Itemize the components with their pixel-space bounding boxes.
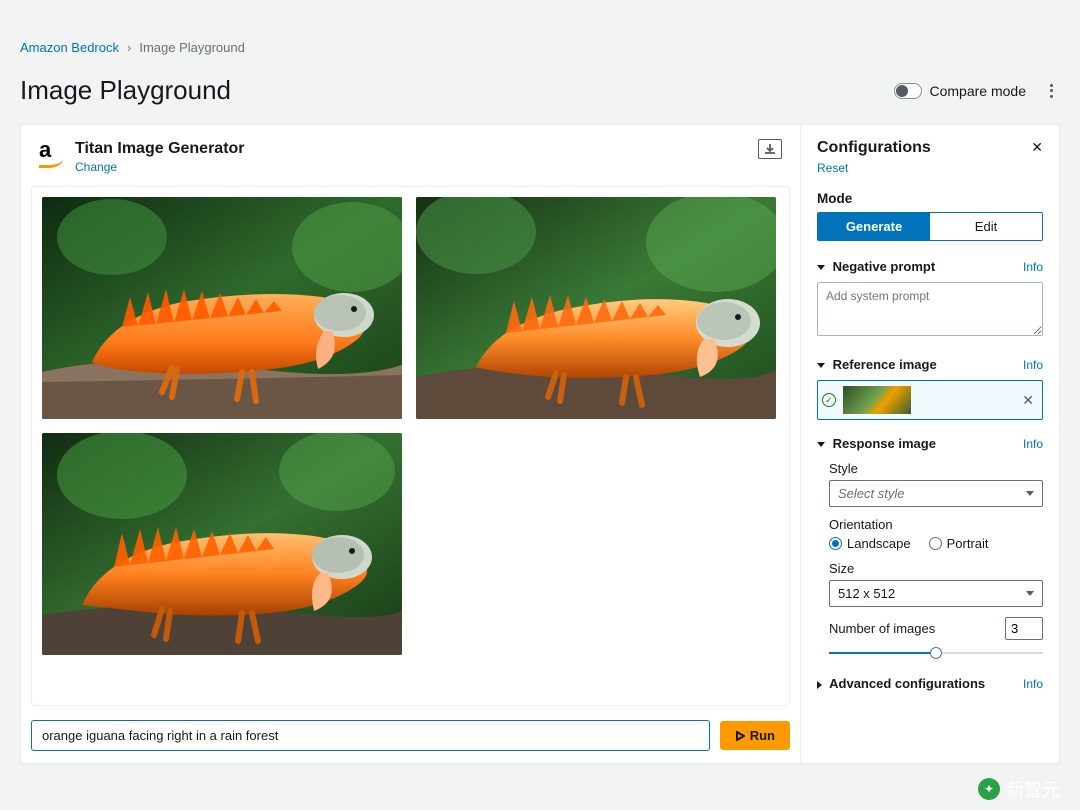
image-output-panel xyxy=(31,186,790,706)
orientation-landscape-radio[interactable]: Landscape xyxy=(829,536,911,551)
watermark: ✦ 新智元 xyxy=(978,776,1060,802)
chevron-down-icon xyxy=(1026,591,1034,596)
model-name: Titan Image Generator xyxy=(75,139,245,158)
info-link[interactable]: Info xyxy=(1023,437,1043,451)
generated-image[interactable] xyxy=(42,197,402,419)
chevron-right-icon: › xyxy=(127,40,131,55)
breadcrumb-root[interactable]: Amazon Bedrock xyxy=(20,40,119,55)
mode-edit-button[interactable]: Edit xyxy=(930,213,1042,240)
run-button[interactable]: Run xyxy=(720,721,790,750)
compare-mode-toggle[interactable]: Compare mode xyxy=(894,83,1027,99)
reference-thumbnail[interactable] xyxy=(842,385,912,415)
chevron-down-icon xyxy=(817,363,825,368)
generated-image[interactable] xyxy=(416,197,776,419)
prompt-input[interactable] xyxy=(31,720,710,751)
reset-link[interactable]: Reset xyxy=(817,161,848,175)
negative-prompt-header[interactable]: Negative prompt Info xyxy=(817,259,1043,274)
mode-segmented: Generate Edit xyxy=(817,212,1043,241)
num-images-label: Number of images xyxy=(829,621,935,636)
compare-mode-label: Compare mode xyxy=(930,83,1027,99)
check-circle-icon: ✓ xyxy=(822,393,836,407)
info-link[interactable]: Info xyxy=(1023,358,1043,372)
breadcrumb: Amazon Bedrock › Image Playground xyxy=(20,40,1060,55)
download-button[interactable] xyxy=(758,139,782,159)
size-select[interactable]: 512 x 512 xyxy=(829,580,1043,607)
chevron-right-icon xyxy=(817,681,822,689)
change-model-link[interactable]: Change xyxy=(75,160,117,174)
playground-main: a Titan Image Generator Change xyxy=(21,125,801,763)
style-select[interactable]: Select style xyxy=(829,480,1043,507)
info-link[interactable]: Info xyxy=(1023,260,1043,274)
generated-image[interactable] xyxy=(42,433,402,655)
toggle-icon xyxy=(894,83,922,99)
num-images-input[interactable] xyxy=(1005,617,1043,640)
reference-image-box: ✓ ✕ xyxy=(817,380,1043,420)
negative-prompt-input[interactable] xyxy=(817,282,1043,336)
chevron-down-icon xyxy=(817,265,825,270)
response-image-header[interactable]: Response image Info xyxy=(817,436,1043,451)
breadcrumb-current: Image Playground xyxy=(139,40,245,55)
more-actions-button[interactable] xyxy=(1042,82,1060,100)
config-title: Configurations xyxy=(817,139,931,157)
playground-card: a Titan Image Generator Change xyxy=(20,124,1060,764)
mode-label: Mode xyxy=(817,191,1043,206)
page-title: Image Playground xyxy=(20,75,231,106)
play-icon xyxy=(735,731,745,741)
size-label: Size xyxy=(829,561,1043,576)
remove-reference-button[interactable]: ✕ xyxy=(1022,392,1034,409)
style-label: Style xyxy=(829,461,1043,476)
close-icon[interactable]: ✕ xyxy=(1031,139,1043,156)
configurations-panel: Configurations ✕ Reset Mode Generate Edi… xyxy=(801,125,1059,763)
amazon-logo-icon: a xyxy=(39,139,63,168)
orientation-label: Orientation xyxy=(829,517,1043,532)
advanced-config-header[interactable]: Advanced configurations Info xyxy=(817,676,1043,691)
orientation-portrait-radio[interactable]: Portrait xyxy=(929,536,989,551)
wechat-icon: ✦ xyxy=(978,778,1000,800)
run-label: Run xyxy=(750,728,775,743)
info-link[interactable]: Info xyxy=(1023,677,1043,691)
chevron-down-icon xyxy=(817,442,825,447)
reference-image-header[interactable]: Reference image Info xyxy=(817,357,1043,372)
chevron-down-icon xyxy=(1026,491,1034,496)
download-icon xyxy=(764,143,776,155)
mode-generate-button[interactable]: Generate xyxy=(818,213,930,240)
num-images-slider[interactable] xyxy=(829,646,1043,660)
